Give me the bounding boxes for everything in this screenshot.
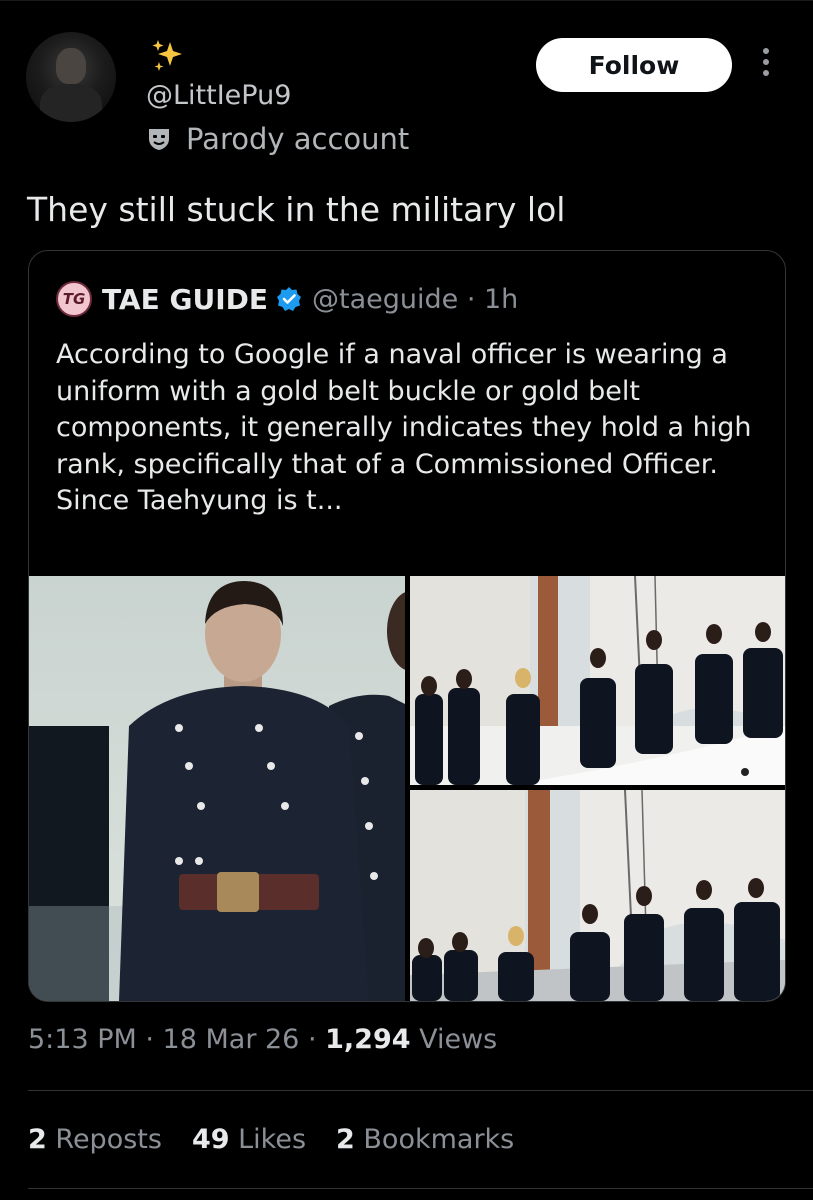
- top-divider: [0, 0, 813, 1]
- views-label: Views: [410, 1024, 498, 1055]
- bookmarks-count: 2: [336, 1124, 355, 1155]
- quoted-avatar[interactable]: TG: [56, 281, 92, 317]
- parody-text: Parody account: [186, 122, 410, 156]
- photo-group-top[interactable]: [410, 576, 785, 785]
- timestamp[interactable]: 5:13 PM · 18 Mar 26 ·: [28, 1024, 325, 1055]
- photo-group-bottom[interactable]: [410, 790, 785, 1001]
- bookmarks-stat[interactable]: 2 Bookmarks: [336, 1124, 514, 1155]
- quoted-tweet[interactable]: TG TAE GUIDE @taeguide · 1h According to…: [28, 250, 786, 1002]
- views-count: 1,294: [325, 1024, 411, 1055]
- reposts-stat[interactable]: 2 Reposts: [28, 1124, 162, 1155]
- parody-label: Parody account: [146, 122, 409, 156]
- mask-icon: [149, 129, 169, 150]
- bookmarks-label: Bookmarks: [363, 1124, 515, 1155]
- engagement-stats: 2 Reposts 49 Likes 2 Bookmarks: [28, 1124, 514, 1155]
- likes-count: 49: [191, 1124, 230, 1155]
- avatar[interactable]: [26, 32, 116, 122]
- more-options-icon[interactable]: [758, 48, 774, 84]
- author-handle[interactable]: @LittIePu9: [146, 80, 291, 111]
- reposts-label: Reposts: [55, 1124, 162, 1155]
- likes-label: Likes: [238, 1124, 307, 1155]
- quoted-handle-time: @taeguide · 1h: [311, 283, 519, 315]
- likes-stat[interactable]: 49 Likes: [192, 1124, 306, 1155]
- tweet-meta: 5:13 PM · 18 Mar 26 · 1,294 Views: [28, 1024, 497, 1055]
- tweet-text: They still stuck in the military lol: [27, 190, 566, 229]
- reposts-count: 2: [28, 1124, 47, 1155]
- media-grid: [29, 576, 785, 1001]
- follow-button[interactable]: Follow: [536, 38, 732, 92]
- verified-badge-icon: [276, 287, 301, 311]
- quoted-name[interactable]: TAE GUIDE: [102, 283, 268, 316]
- divider-bottom: [28, 1188, 813, 1189]
- divider: [28, 1090, 813, 1091]
- quoted-text: According to Google if a naval officer i…: [56, 339, 752, 516]
- quoted-header: TG TAE GUIDE @taeguide · 1h: [56, 279, 518, 319]
- sparkles-icon: [152, 40, 182, 71]
- photo-closeup[interactable]: [29, 576, 405, 1001]
